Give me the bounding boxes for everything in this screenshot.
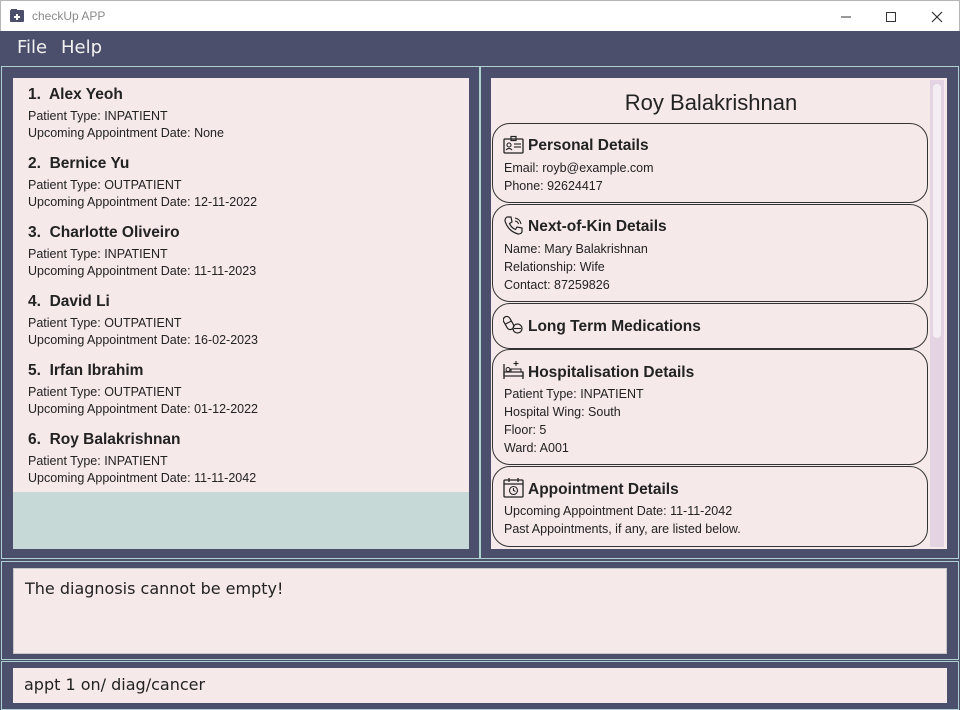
section-title: Hospitalisation Details bbox=[528, 364, 695, 381]
phone-contact-icon bbox=[504, 216, 523, 235]
patient-type: Patient Type: OUTPATIENT bbox=[28, 316, 182, 330]
appointment-section: Appointment Details Upcoming Appointment… bbox=[492, 466, 928, 547]
title-bar: checkUp APP bbox=[0, 0, 960, 32]
menu-bar: File Help bbox=[0, 31, 960, 66]
detail-line: Contact: 87259826 bbox=[504, 278, 610, 292]
pills-icon bbox=[503, 315, 523, 334]
section-title: Appointment Details bbox=[528, 481, 679, 498]
close-icon bbox=[931, 11, 943, 22]
patient-index-name: 5. Irfan Ibrahim bbox=[28, 362, 144, 379]
maximize-button[interactable] bbox=[868, 1, 914, 32]
patient-appointment: Upcoming Appointment Date: None bbox=[28, 126, 224, 140]
calendar-icon bbox=[503, 478, 524, 498]
detail-line: Floor: 5 bbox=[504, 423, 547, 437]
command-text: appt 1 on/ diag/cancer bbox=[24, 675, 206, 694]
patient-appointment: Upcoming Appointment Date: 01-12-2022 bbox=[28, 402, 259, 416]
minimize-button[interactable] bbox=[823, 1, 869, 32]
patient-index-name: 6. Roy Balakrishnan bbox=[28, 431, 181, 448]
next-of-kin-section: Next-of-Kin Details Name: Mary Balakrish… bbox=[492, 204, 928, 302]
detail-line: Hospital Wing: South bbox=[504, 405, 621, 419]
detail-line: Upcoming Appointment Date: 11-11-2042 bbox=[504, 504, 733, 518]
window-title: checkUp APP bbox=[32, 9, 106, 23]
patient-list-panel[interactable]: 1. Alex Yeoh Patient Type: INPATIENT Upc… bbox=[13, 78, 469, 549]
section-title: Long Term Medications bbox=[528, 318, 701, 335]
menu-help[interactable]: Help bbox=[61, 37, 102, 58]
patient-type: Patient Type: INPATIENT bbox=[28, 454, 168, 468]
command-input[interactable]: appt 1 on/ diag/cancer bbox=[13, 668, 947, 703]
patient-index-name: 2. Bernice Yu bbox=[28, 155, 130, 172]
detail-line: Email: royb@example.com bbox=[504, 161, 654, 175]
patient-index-name: 1. Alex Yeoh bbox=[28, 86, 123, 103]
app-folder-icon bbox=[10, 9, 24, 22]
detail-line: Relationship: Wife bbox=[504, 260, 605, 274]
patient-type: Patient Type: INPATIENT bbox=[28, 247, 168, 261]
patient-index-name: 3. Charlotte Oliveiro bbox=[28, 224, 180, 241]
patient-type: Patient Type: OUTPATIENT bbox=[28, 178, 182, 192]
patient-type: Patient Type: OUTPATIENT bbox=[28, 385, 182, 399]
detail-line: Past Appointments, if any, are listed be… bbox=[504, 522, 741, 536]
detail-line: Name: Mary Balakrishnan bbox=[504, 242, 648, 256]
patient-appointment: Upcoming Appointment Date: 11-11-2023 bbox=[28, 264, 257, 278]
detail-patient-name: Roy Balakrishnan bbox=[624, 90, 798, 115]
result-display[interactable]: The diagnosis cannot be empty! bbox=[13, 568, 947, 654]
close-button[interactable] bbox=[914, 1, 960, 32]
personal-details-section: Personal Details Email: royb@example.com… bbox=[492, 123, 928, 203]
patient-appointment: Upcoming Appointment Date: 12-11-2022 bbox=[28, 195, 258, 209]
detail-line: Phone: 92624417 bbox=[504, 179, 603, 193]
patient-index-name: 4. David Li bbox=[28, 293, 110, 310]
details-scroll-thumb[interactable] bbox=[933, 84, 941, 338]
medications-section: Long Term Medications bbox=[492, 303, 928, 349]
detail-line: Ward: A001 bbox=[504, 441, 569, 455]
maximize-icon bbox=[886, 11, 896, 22]
patient-list: 1. Alex Yeoh Patient Type: INPATIENT Upc… bbox=[13, 78, 469, 492]
panel-divider bbox=[479, 66, 481, 559]
detail-line: Patient Type: INPATIENT bbox=[504, 387, 644, 401]
result-message: The diagnosis cannot be empty! bbox=[25, 579, 284, 598]
section-title: Personal Details bbox=[528, 137, 649, 154]
id-card-icon bbox=[503, 135, 524, 154]
menu-file[interactable]: File bbox=[17, 37, 47, 58]
patient-appointment: Upcoming Appointment Date: 16-02-2023 bbox=[28, 333, 259, 347]
section-title: Next-of-Kin Details bbox=[528, 218, 667, 235]
patient-type: Patient Type: INPATIENT bbox=[28, 109, 168, 123]
patient-appointment: Upcoming Appointment Date: 11-11-2042 bbox=[28, 471, 257, 485]
hospitalisation-section: Hospitalisation Details Patient Type: IN… bbox=[492, 349, 928, 465]
minimize-icon bbox=[841, 16, 851, 17]
hospital-bed-icon bbox=[503, 361, 524, 379]
